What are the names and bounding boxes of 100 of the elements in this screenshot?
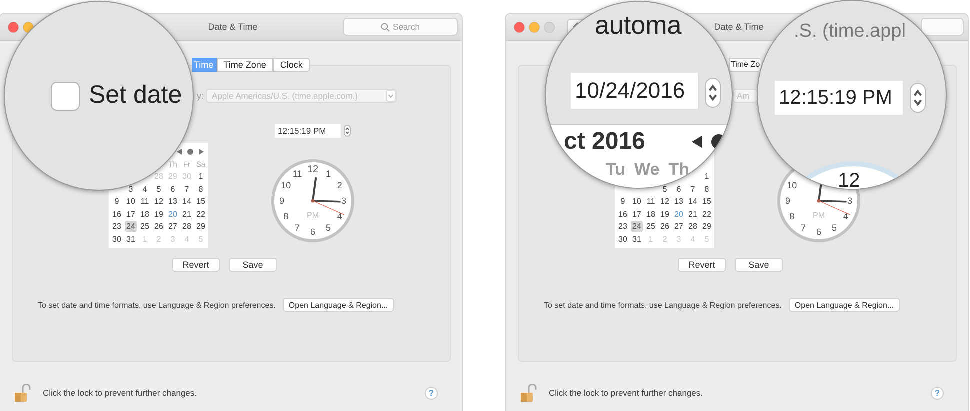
clock-numeral: 5 <box>832 222 837 233</box>
calendar-day[interactable]: 29 <box>701 221 713 232</box>
today-dot-icon[interactable] <box>186 148 195 156</box>
calendar-day[interactable]: 17 <box>631 208 643 220</box>
calendar-day[interactable]: 1 <box>701 171 713 182</box>
stepper-icon[interactable] <box>910 83 926 113</box>
calendar-day[interactable]: 23 <box>617 221 629 232</box>
clock-numeral: 1 <box>326 169 331 180</box>
calendar-day[interactable]: 27 <box>167 221 179 232</box>
lock-hint: Click the lock to prevent further changes. <box>549 388 704 398</box>
chevron-icon <box>386 90 396 102</box>
calendar-day[interactable]: 6 <box>167 184 179 195</box>
stepper-icon[interactable] <box>344 125 351 137</box>
previous-month-icon[interactable] <box>691 135 703 149</box>
calendar-day[interactable]: 25 <box>645 221 657 232</box>
calendar-day[interactable]: 10 <box>125 196 137 208</box>
minimize-icon[interactable] <box>529 22 540 32</box>
formats-hint: To set date and time formats, use Language & Region preferences. <box>544 300 782 310</box>
calendar-day[interactable]: 31 <box>631 234 643 245</box>
action-button[interactable]: Revert <box>678 258 726 272</box>
calendar-day[interactable]: 11 <box>139 196 151 208</box>
stepper-icon[interactable] <box>705 78 721 108</box>
close-icon[interactable] <box>514 22 525 32</box>
calendar-day[interactable]: 9 <box>617 196 629 208</box>
clock-numeral: 5 <box>326 222 331 233</box>
action-button[interactable]: Revert <box>172 258 220 272</box>
search-field[interactable] <box>921 18 964 36</box>
clock-numeral: 4 <box>337 212 342 222</box>
calendar-day[interactable]: 3 <box>125 184 137 195</box>
open-language-button[interactable]: Open Language & Region... <box>282 298 394 312</box>
magnified-label: .S. (time.appl <box>794 21 906 43</box>
calendar-day[interactable]: 18 <box>645 208 657 220</box>
clock-numeral: 10 <box>787 180 798 190</box>
calendar-day[interactable]: 8 <box>701 184 713 195</box>
calendar-day[interactable]: 19 <box>153 208 165 220</box>
calendar-day[interactable]: 27 <box>673 221 685 232</box>
tab[interactable]: Time Zone <box>216 58 274 72</box>
calendar-day[interactable]: 13 <box>167 196 179 208</box>
calendar-day[interactable]: 22 <box>195 208 207 220</box>
clock-numeral: 2 <box>337 180 342 190</box>
calendar-day[interactable]: 17 <box>125 208 137 220</box>
calendar-day[interactable]: 7 <box>181 184 193 195</box>
weekday-label: We <box>634 160 660 180</box>
calendar-day[interactable]: 23 <box>111 221 123 232</box>
calendar-day[interactable]: 15 <box>701 196 713 208</box>
calendar-day[interactable]: 21 <box>687 208 699 220</box>
padlock-icon[interactable] <box>14 384 31 402</box>
calendar-day[interactable]: 12 <box>659 196 671 208</box>
tab[interactable]: Time Zo <box>729 58 762 72</box>
calendar-day[interactable]: 16 <box>617 208 629 220</box>
calendar-day[interactable]: 11 <box>645 196 657 208</box>
calendar-day[interactable]: 4 <box>139 184 151 195</box>
calendar-day[interactable]: 6 <box>673 184 685 195</box>
tab[interactable]: Clock <box>273 58 310 72</box>
calendar-day[interactable]: 28 <box>181 221 193 232</box>
calendar-day[interactable]: 31 <box>125 234 137 245</box>
clock-numeral: 3 <box>342 196 346 206</box>
calendar-day[interactable]: 26 <box>659 221 671 232</box>
action-button[interactable]: Save <box>229 258 277 272</box>
calendar-day[interactable]: 30 <box>617 234 629 245</box>
calendar-day[interactable]: 7 <box>687 184 699 195</box>
time-field[interactable]: 12:15:19 PM <box>775 81 903 115</box>
calendar-day[interactable]: 8 <box>195 184 207 195</box>
calendar-day[interactable]: 15 <box>195 196 207 208</box>
time-field[interactable]: 12:15:19 PM <box>275 124 341 138</box>
calendar-day[interactable]: 19 <box>659 208 671 220</box>
calendar-day[interactable]: 28 <box>687 221 699 232</box>
calendar-day[interactable]: 22 <box>701 208 713 220</box>
checkbox[interactable] <box>51 82 80 111</box>
calendar-day[interactable]: 29 <box>195 221 207 232</box>
formats-hint: To set date and time formats, use Language & Region preferences. <box>38 300 276 310</box>
checkbox-label: Set date <box>89 81 182 110</box>
calendar-day[interactable]: 14 <box>687 196 699 208</box>
calendar-day[interactable]: 13 <box>673 196 685 208</box>
clock-numeral: 7 <box>295 222 300 233</box>
calendar-day[interactable]: 21 <box>181 208 193 220</box>
zoom-icon[interactable] <box>544 22 555 32</box>
clock-numeral: 9 <box>786 196 790 206</box>
action-button[interactable]: Save <box>735 258 783 272</box>
calendar-day[interactable]: 24 <box>125 221 137 232</box>
open-language-button[interactable]: Open Language & Region... <box>788 298 900 312</box>
calendar-day[interactable]: 16 <box>111 208 123 220</box>
calendar-day[interactable]: 26 <box>153 221 165 232</box>
calendar-day[interactable]: 10 <box>631 196 643 208</box>
padlock-icon[interactable] <box>520 384 537 402</box>
clock-numeral: 8 <box>790 212 795 222</box>
calendar-day[interactable]: 24 <box>631 221 643 232</box>
calendar-day[interactable]: 12 <box>153 196 165 208</box>
calendar-day[interactable]: 1 <box>195 171 207 182</box>
clock-numeral: 10 <box>281 180 292 190</box>
calendar-day[interactable]: 14 <box>181 196 193 208</box>
calendar-day[interactable]: 25 <box>139 221 151 232</box>
calendar-day[interactable]: 5 <box>153 184 165 195</box>
calendar-day[interactable]: 5 <box>659 184 671 195</box>
calendar-day[interactable]: 18 <box>139 208 151 220</box>
date-field[interactable]: 10/24/2016 <box>571 73 698 109</box>
close-icon[interactable] <box>8 22 19 32</box>
calendar-day[interactable]: 9 <box>111 196 123 208</box>
calendar-day[interactable]: 30 <box>111 234 123 245</box>
next-month-icon[interactable] <box>198 148 205 156</box>
